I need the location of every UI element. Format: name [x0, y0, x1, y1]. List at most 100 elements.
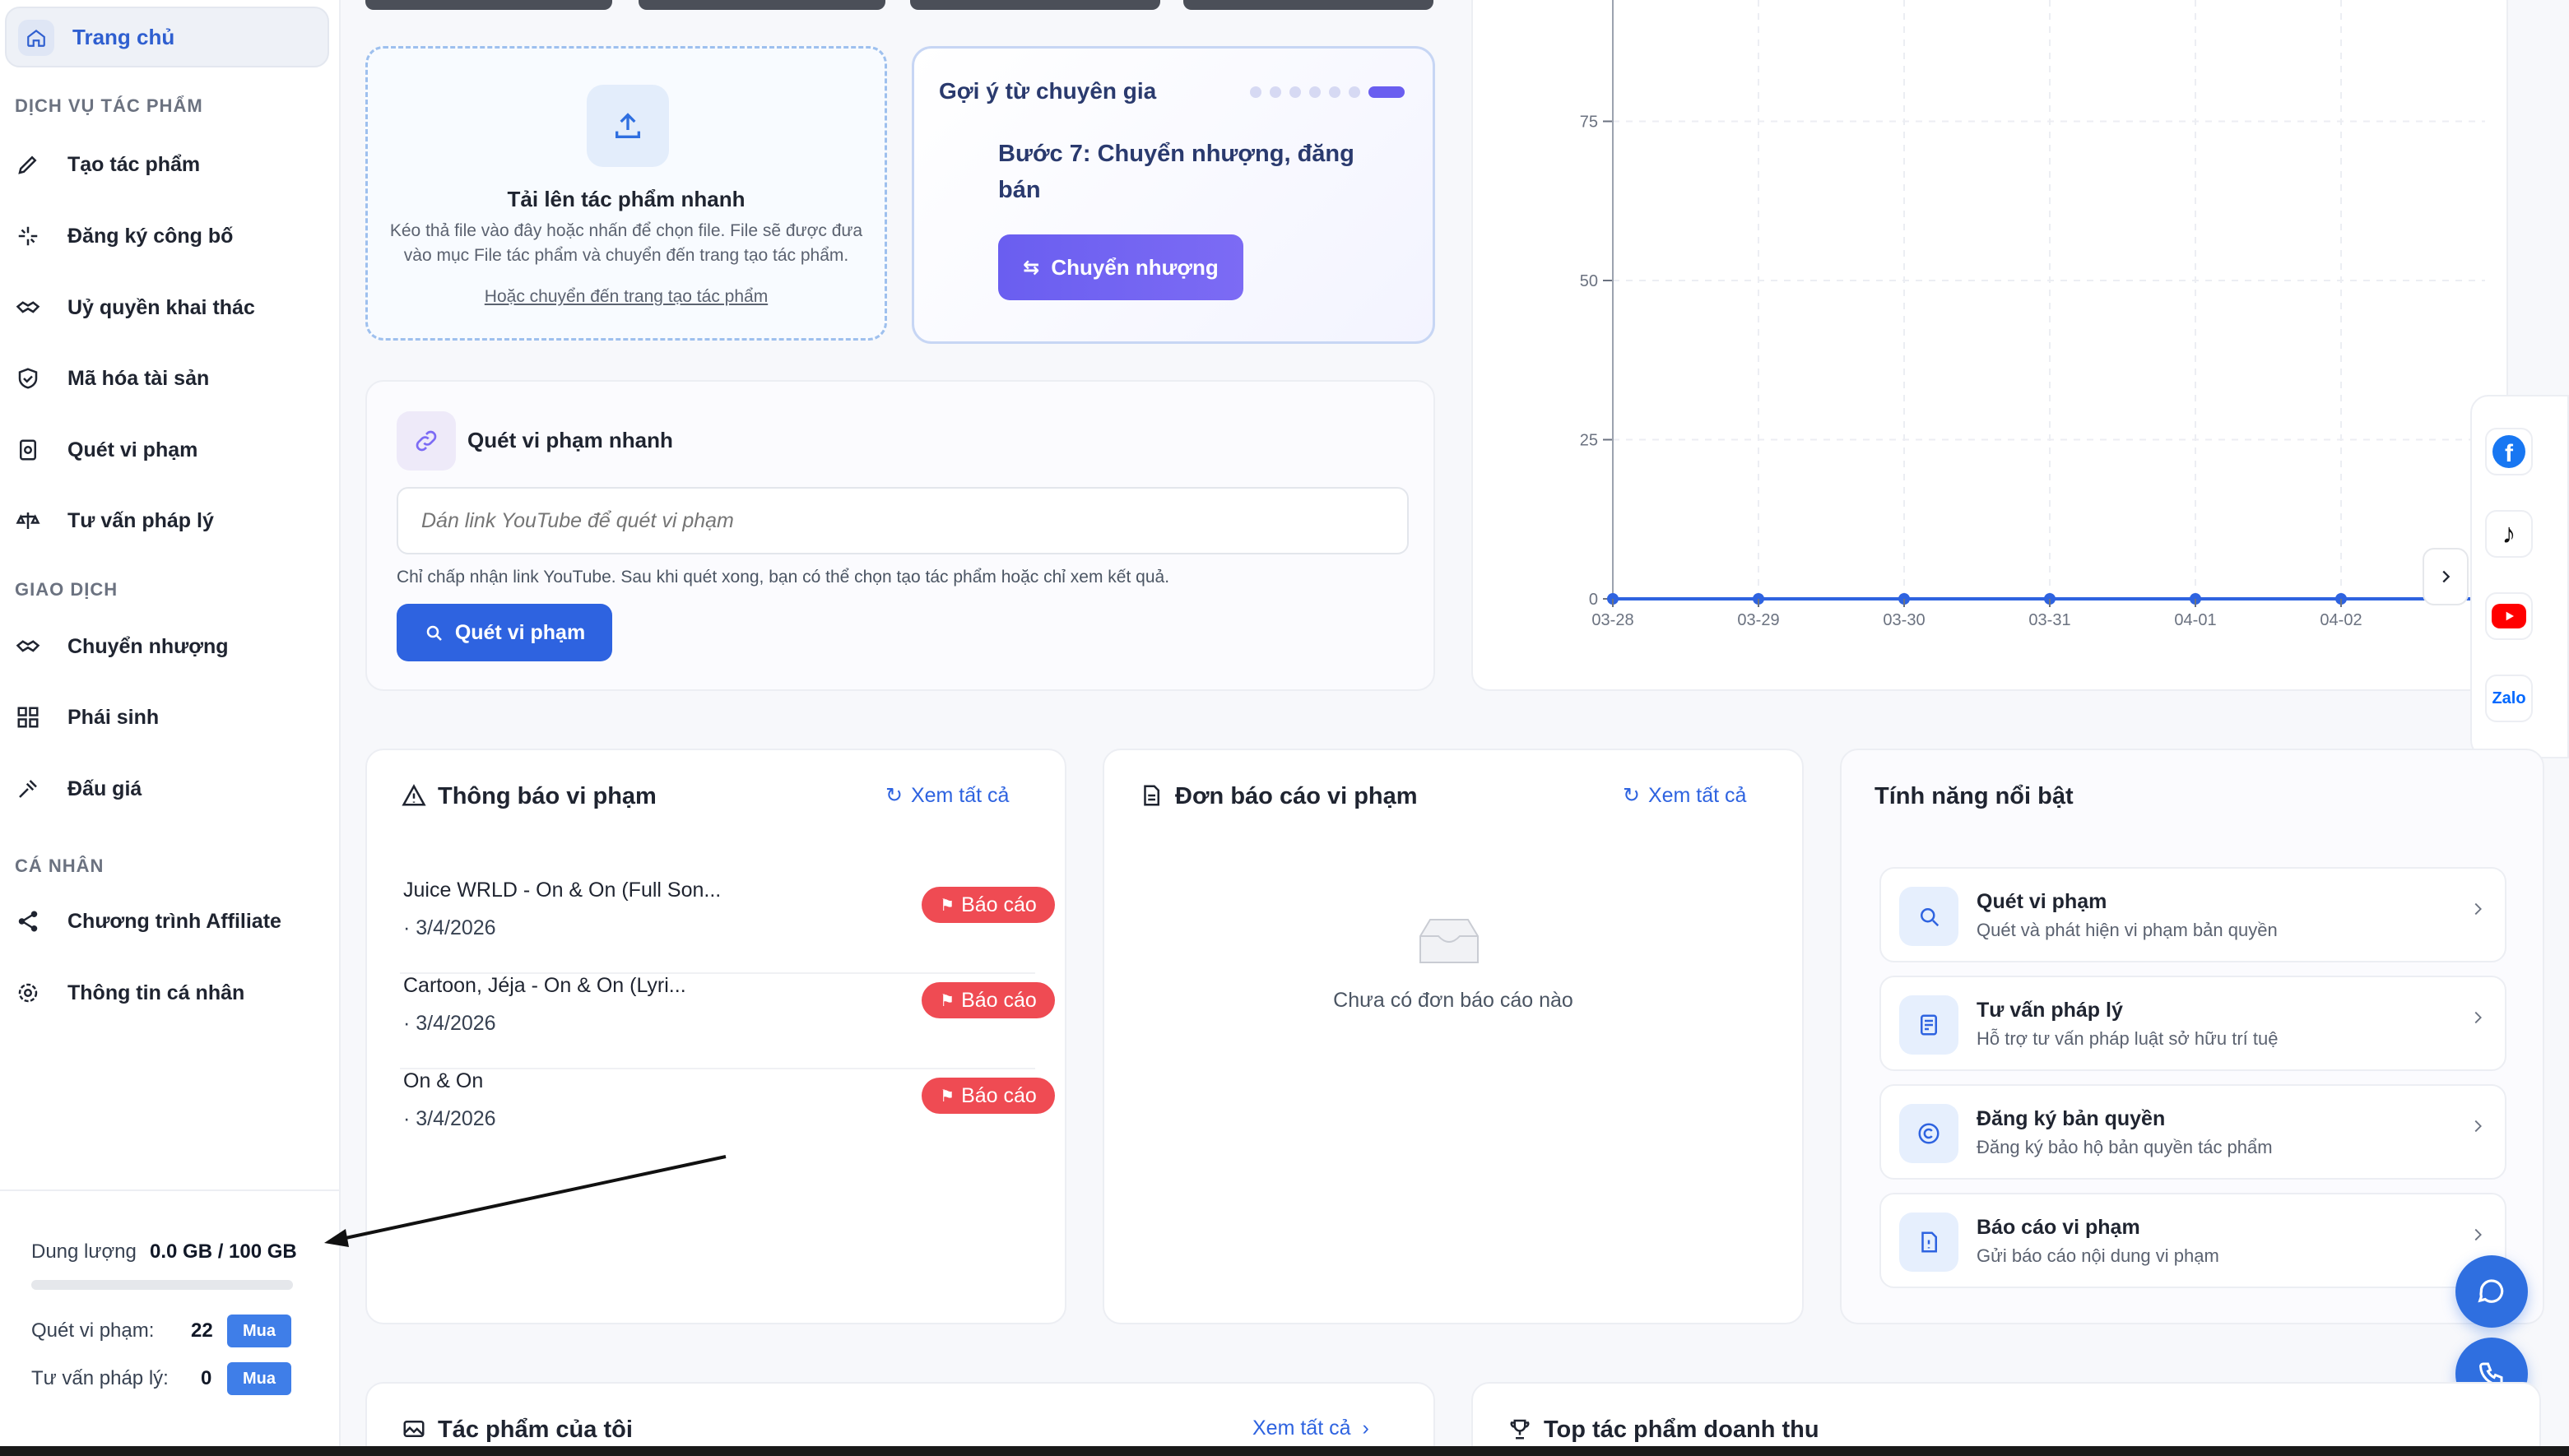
violation-notices-title: Thông báo vi phạm	[438, 783, 657, 809]
quick-upload-dropzone[interactable]: Tải lên tác phẩm nhanh Kéo thả file vào …	[365, 46, 887, 341]
gavel-icon	[12, 772, 44, 805]
buy-legal-button[interactable]: Mua	[227, 1362, 291, 1395]
x-tick-label: 04-01	[2174, 611, 2216, 629]
sidebar-item-label: Tạo tác phẩm	[67, 152, 201, 176]
link-icon	[397, 411, 456, 471]
step-dot[interactable]	[1270, 86, 1281, 98]
step-dot[interactable]	[1309, 86, 1321, 98]
report-badge[interactable]: ⚑ Báo cáo	[922, 1078, 1055, 1114]
facebook-button[interactable]: f	[2485, 428, 2533, 475]
sidebar: Trang chủ DỊCH VỤ TÁC PHẨM Tạo tác phẩm …	[0, 0, 341, 1456]
sidebar-item-label: Chuyển nhượng	[67, 634, 229, 658]
chat-button[interactable]	[2455, 1255, 2528, 1328]
step-dot[interactable]	[1329, 86, 1340, 98]
sidebar-item-label: Quét vi phạm	[67, 438, 198, 461]
sidebar-item-scan[interactable]: Quét vi phạm	[12, 425, 324, 475]
chart-next-button[interactable]	[2423, 548, 2469, 605]
top-card-strip	[365, 0, 612, 10]
sidebar-item-affiliate[interactable]: Chương trình Affiliate	[12, 897, 324, 946]
report-badge[interactable]: ⚑ Báo cáo	[922, 887, 1055, 923]
sidebar-item-label: Chương trình Affiliate	[67, 909, 281, 933]
top-card-strip	[910, 0, 1160, 10]
feature-title: Quét vi phạm	[1977, 890, 2107, 913]
flag-icon: ⚑	[940, 1087, 955, 1106]
top-card-strip	[639, 0, 885, 10]
scale-icon	[12, 504, 44, 537]
sidebar-item-tokenize[interactable]: Mã hóa tài sản	[12, 354, 324, 403]
sidebar-item-derivative[interactable]: Phái sinh	[12, 693, 324, 742]
os-dock-edge	[0, 1446, 2569, 1456]
y-tick-label: 25	[1580, 432, 1598, 450]
feature-copyright-registration[interactable]: Đăng ký bản quyền Đăng ký bảo hộ bản quy…	[1879, 1084, 2506, 1180]
youtube-button[interactable]	[2485, 592, 2533, 640]
storage-value: 0.0 GB / 100 GB	[150, 1240, 297, 1263]
report-icon	[1899, 1213, 1958, 1272]
my-works-view-all-link[interactable]: Xem tất cả ›	[1252, 1417, 1369, 1440]
tiktok-button[interactable]: ♪	[2485, 510, 2533, 558]
sidebar-item-label: Tư vấn pháp lý	[67, 508, 214, 532]
list-item[interactable]: Juice WRLD - On & On (Full Son... · 3/4/…	[400, 879, 1055, 974]
y-tick-label: 50	[1580, 272, 1598, 290]
scan-button-label: Quét vi phạm	[454, 620, 586, 644]
youtube-link-input[interactable]	[397, 487, 1409, 554]
quick-scan-card: Quét vi phạm nhanh Chỉ chấp nhận link Yo…	[365, 380, 1435, 691]
sparkle-icon	[12, 220, 44, 253]
step-dot-active[interactable]	[1368, 86, 1405, 98]
chevron-right-icon	[2469, 1226, 2487, 1248]
sidebar-item-legal[interactable]: Tư vấn pháp lý	[12, 496, 324, 545]
scan-violation-button[interactable]: Quét vi phạm	[397, 604, 612, 661]
step-dot[interactable]	[1349, 86, 1360, 98]
transfer-button[interactable]: ⇆ Chuyển nhượng	[998, 234, 1243, 300]
feature-title: Tư vấn pháp lý	[1977, 999, 2123, 1022]
quota-scan-value: 22	[191, 1319, 213, 1342]
feature-report-violation[interactable]: Báo cáo vi phạm Gửi báo cáo nội dung vi …	[1879, 1193, 2506, 1288]
feature-scan-violation[interactable]: Quét vi phạm Quét và phát hiện vi phạm b…	[1879, 867, 2506, 962]
sidebar-item-license[interactable]: Uỷ quyền khai thác	[12, 283, 324, 332]
sidebar-item-home[interactable]: Trang chủ	[5, 7, 329, 67]
quota-legal-label: Tư vấn pháp lý:	[31, 1367, 169, 1389]
feature-desc: Quét và phát hiện vi phạm bản quyền	[1977, 920, 2278, 940]
home-icon	[18, 20, 54, 56]
view-all-label: Xem tất cả	[910, 783, 1010, 807]
sidebar-item-transfer[interactable]: Chuyển nhượng	[12, 622, 324, 671]
featured-features-title: Tính năng nổi bật	[1874, 783, 2074, 809]
quick-scan-title: Quét vi phạm nhanh	[467, 428, 673, 452]
expert-step-line2: bán	[998, 177, 1041, 203]
go-create-work-link[interactable]: Hoặc chuyển đến trang tạo tác phẩm	[368, 287, 885, 307]
top-card-strip	[1183, 0, 1433, 10]
reports-view-all-link[interactable]: ↻ Xem tất cả	[1623, 783, 1746, 808]
empty-inbox-icon	[1412, 911, 1486, 973]
my-works-card: Tác phẩm của tôi Xem tất cả ›	[365, 1382, 1435, 1456]
chat-bubble-icon	[2476, 1276, 2507, 1307]
sidebar-item-auction[interactable]: Đấu giá	[12, 764, 324, 814]
list-item[interactable]: Cartoon, Jéja - On & On (Lyri... · 3/4/2…	[400, 974, 1055, 1069]
report-badge[interactable]: ⚑ Báo cáo	[922, 982, 1055, 1018]
report-badge-label: Báo cáo	[961, 988, 1037, 1012]
violation-date: · 3/4/2026	[403, 1012, 496, 1035]
violations-view-all-link[interactable]: ↻ Xem tất cả	[885, 783, 1009, 808]
search-icon	[1899, 887, 1958, 946]
violation-date: · 3/4/2026	[403, 916, 496, 939]
copyright-icon	[1899, 1104, 1958, 1163]
chevron-right-icon: ›	[1362, 1417, 1369, 1440]
sidebar-item-label: Thông tin cá nhân	[67, 981, 245, 1004]
sidebar-item-create-work[interactable]: Tạo tác phẩm	[12, 140, 324, 189]
report-badge-label: Báo cáo	[961, 893, 1037, 916]
zalo-label: Zalo	[2492, 689, 2526, 707]
chevron-right-icon	[2437, 568, 2455, 586]
feature-legal-advice[interactable]: Tư vấn pháp lý Hỗ trợ tư vấn pháp luật s…	[1879, 976, 2506, 1071]
feature-desc: Đăng ký bảo hộ bản quyền tác phẩm	[1977, 1137, 2273, 1157]
buy-scan-button[interactable]: Mua	[227, 1315, 291, 1347]
zalo-button[interactable]: Zalo	[2485, 675, 2533, 722]
step-dot[interactable]	[1250, 86, 1261, 98]
warning-icon	[402, 783, 426, 812]
sidebar-item-profile[interactable]: Thông tin cá nhân	[12, 968, 324, 1018]
x-tick-label: 04-02	[2320, 611, 2362, 629]
section-title: GIAO DỊCH	[15, 579, 118, 600]
step-dot[interactable]	[1289, 86, 1301, 98]
search-icon	[424, 623, 444, 642]
shield-icon	[12, 362, 44, 395]
gear-icon	[12, 976, 44, 1009]
upload-title: Tải lên tác phẩm nhanh	[507, 187, 746, 211]
sidebar-item-register[interactable]: Đăng ký công bố	[12, 211, 324, 261]
